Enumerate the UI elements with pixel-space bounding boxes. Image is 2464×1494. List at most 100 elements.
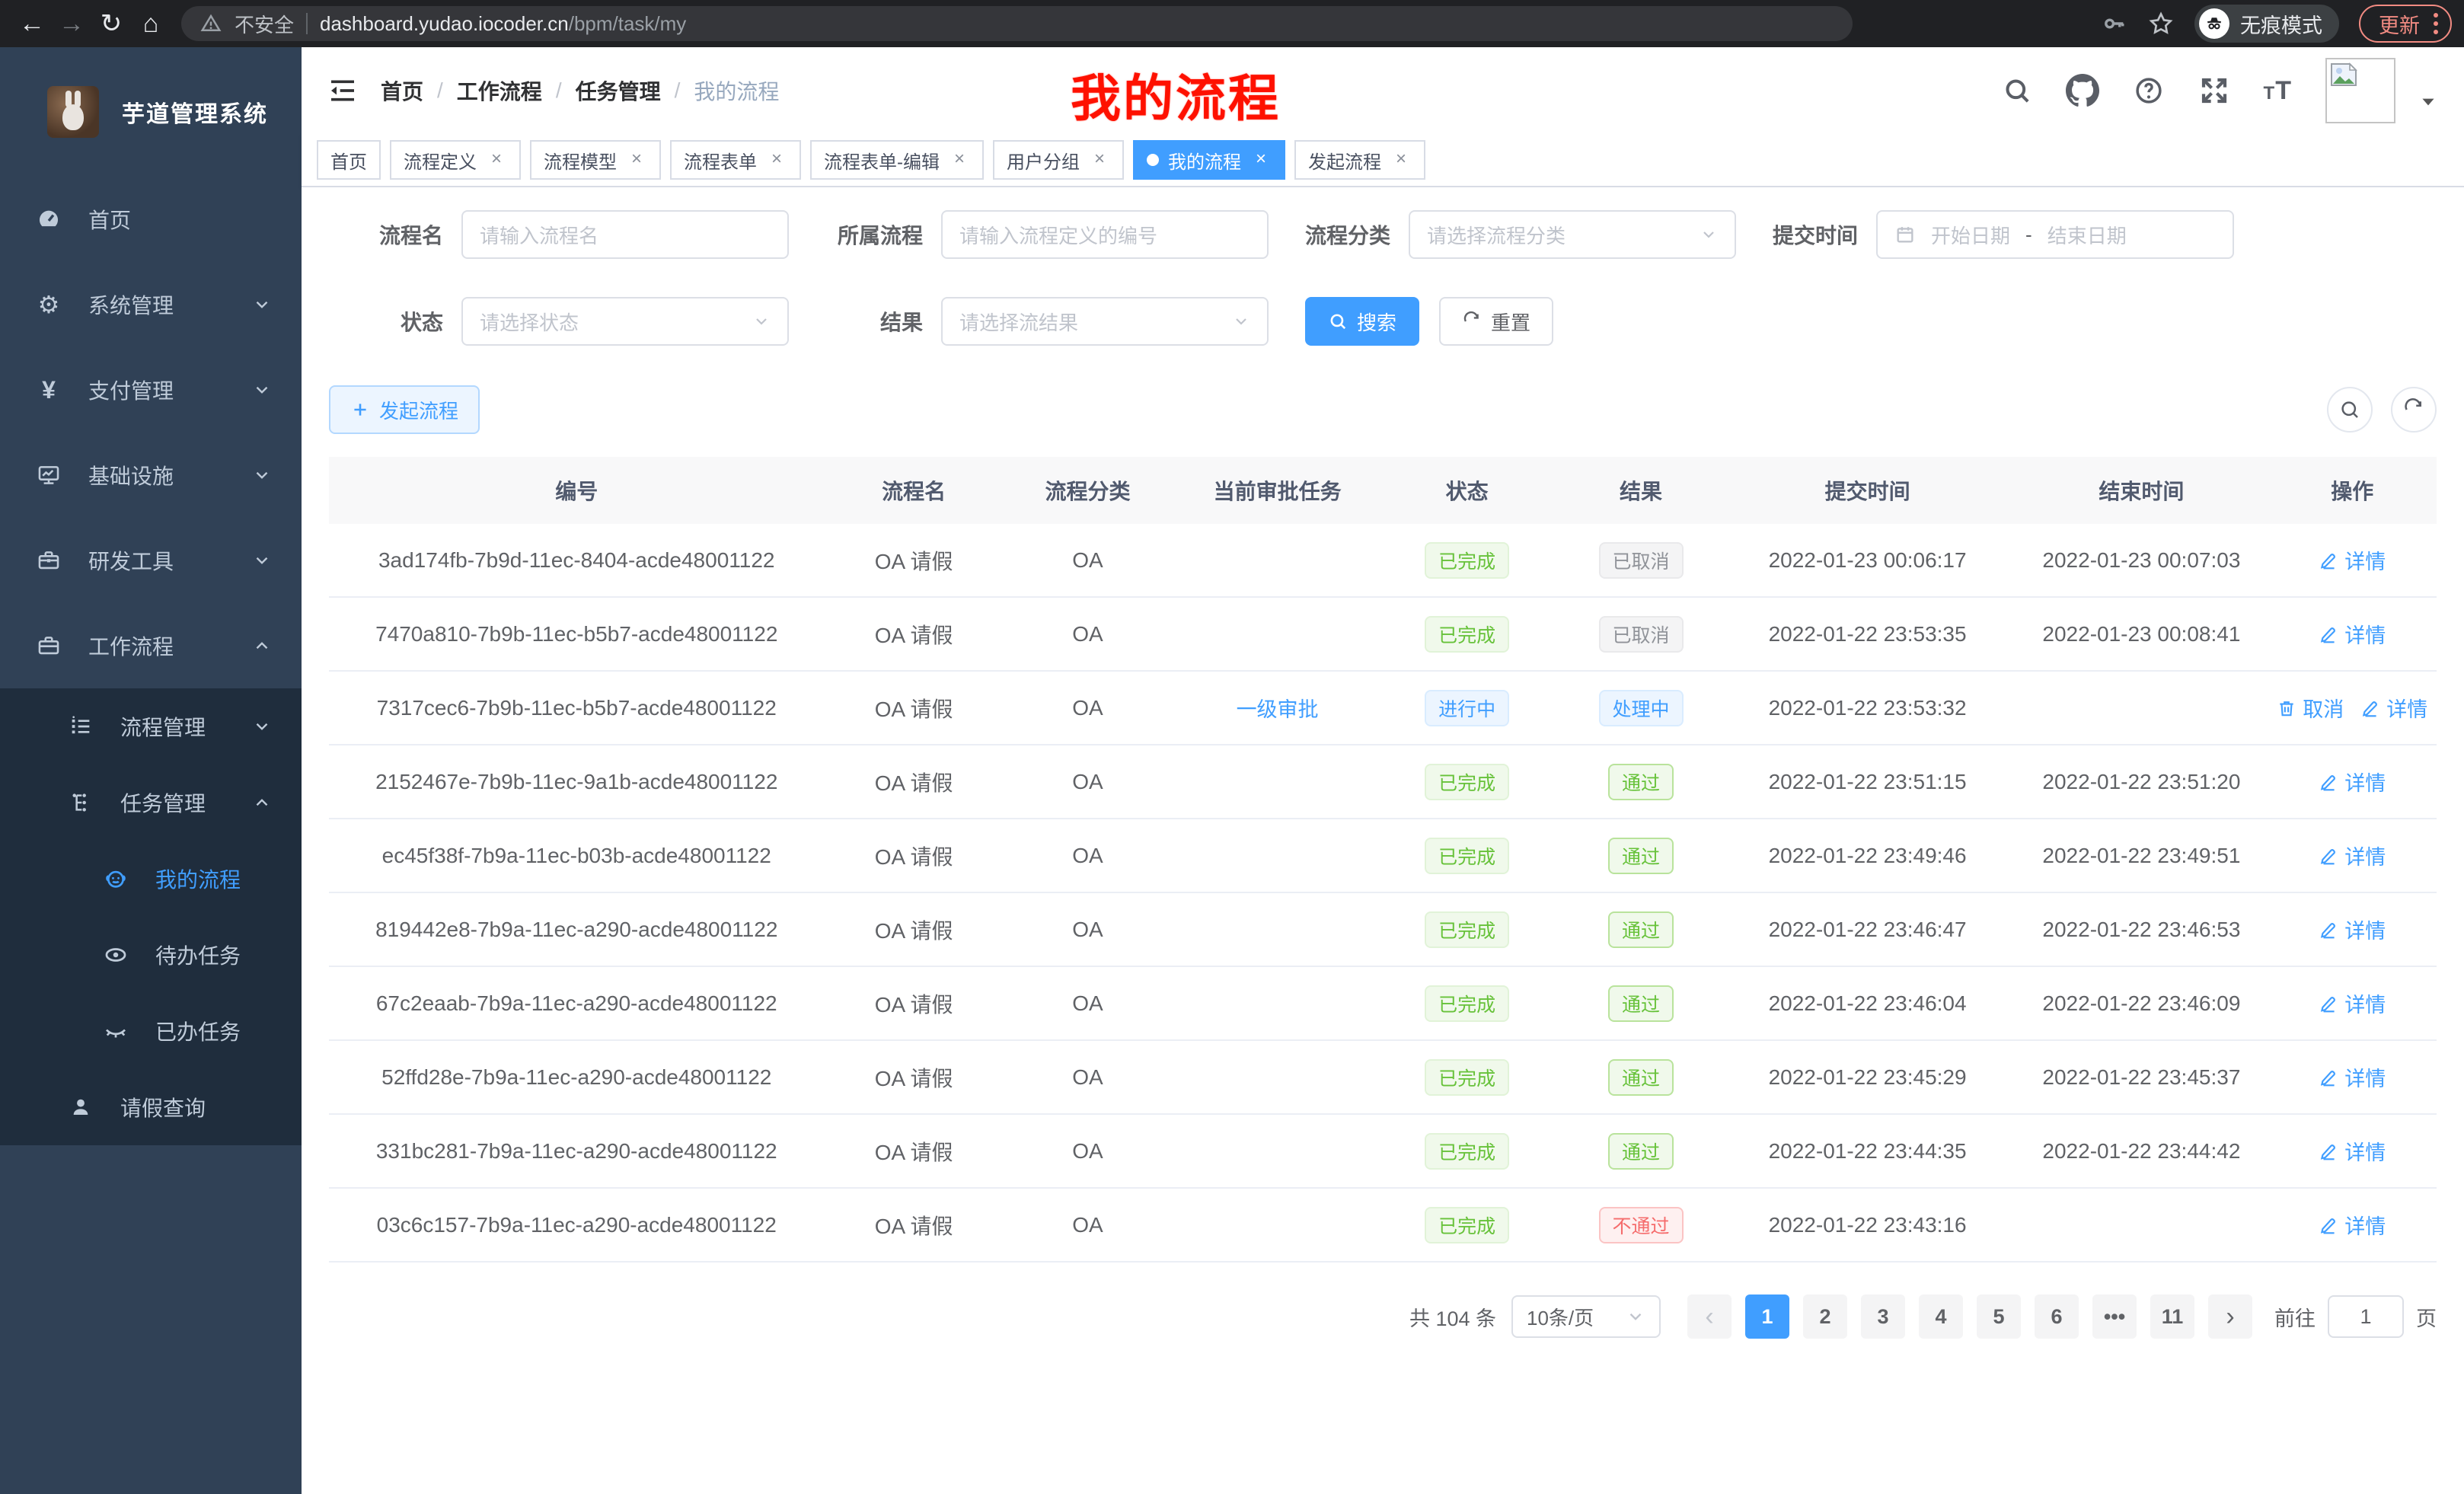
close-icon[interactable]: × — [766, 149, 787, 171]
address-bar[interactable]: 不安全 dashboard.yudao.iocoder.cn/bpm/task/… — [181, 6, 1853, 41]
cell-process-name: OA 请假 — [824, 767, 1003, 797]
sidebar-item-我的流程[interactable]: 我的流程 — [0, 841, 302, 917]
close-icon[interactable]: × — [626, 149, 647, 171]
avatar[interactable] — [2325, 58, 2395, 123]
close-icon[interactable]: × — [949, 149, 970, 171]
detail-action-link[interactable]: 详情 — [2319, 619, 2386, 649]
refresh-table-button[interactable] — [2391, 387, 2437, 433]
github-icon[interactable] — [2066, 74, 2099, 107]
cancel-action-link[interactable]: 取消 — [2277, 693, 2344, 723]
sidebar-item-已办任务[interactable]: 已办任务 — [0, 993, 302, 1069]
tab-用户分组[interactable]: 用户分组× — [993, 140, 1124, 180]
back-icon[interactable]: ← — [12, 9, 52, 39]
caret-down-icon[interactable] — [2418, 92, 2438, 112]
sidebar-item-系统管理[interactable]: ⚙系统管理 — [0, 262, 302, 347]
tab-label: 发起流程 — [1308, 147, 1381, 174]
breadcrumb-item[interactable]: 工作流程 — [457, 75, 542, 106]
sidebar-item-任务管理[interactable]: 任务管理 — [0, 765, 302, 841]
tab-流程表单[interactable]: 流程表单× — [670, 140, 801, 180]
hamburger-icon[interactable] — [327, 75, 358, 106]
process-input[interactable]: 请输入流程定义的编号 — [941, 210, 1269, 259]
detail-action-link[interactable]: 详情 — [2319, 915, 2386, 944]
status-badge: 已完成 — [1425, 911, 1509, 948]
sidebar-item-首页[interactable]: 首页 — [0, 177, 302, 262]
cell-process-name: OA 请假 — [824, 988, 1003, 1019]
cell-actions: 详情 — [2278, 1062, 2426, 1092]
bookmark-star-icon[interactable] — [2147, 10, 2175, 37]
breadcrumb-item[interactable]: 任务管理 — [576, 75, 661, 106]
prev-page-button[interactable]: ‹ — [1687, 1294, 1732, 1339]
page-button-6[interactable]: 6 — [2035, 1294, 2079, 1339]
help-icon[interactable] — [2133, 75, 2165, 107]
key-icon[interactable] — [2102, 11, 2127, 37]
page-button-4[interactable]: 4 — [1919, 1294, 1963, 1339]
detail-action-link[interactable]: 详情 — [2319, 545, 2386, 575]
status-badge: 已完成 — [1425, 985, 1509, 1022]
tab-流程表单-编辑[interactable]: 流程表单-编辑× — [810, 140, 984, 180]
sidebar-item-基础设施[interactable]: 基础设施 — [0, 433, 302, 518]
detail-action-link[interactable]: 详情 — [2319, 1062, 2386, 1092]
show-search-button[interactable] — [2327, 387, 2373, 433]
reload-icon[interactable]: ↻ — [91, 8, 131, 39]
detail-action-link[interactable]: 详情 — [2319, 767, 2386, 796]
page-button-5[interactable]: 5 — [1977, 1294, 2021, 1339]
category-select[interactable]: 请选择流程分类 — [1409, 210, 1736, 259]
tab-流程定义[interactable]: 流程定义× — [390, 140, 521, 180]
page-button-3[interactable]: 3 — [1861, 1294, 1905, 1339]
detail-action-link[interactable]: 详情 — [2319, 988, 2386, 1018]
name-input[interactable]: 请输入流程名 — [461, 210, 789, 259]
fullscreen-icon[interactable] — [2198, 75, 2230, 107]
status-select[interactable]: 请选择状态 — [461, 297, 789, 346]
search-button[interactable]: 搜索 — [1305, 297, 1419, 346]
tab-发起流程[interactable]: 发起流程 × — [1294, 140, 1425, 180]
chevron-up-icon — [245, 636, 279, 656]
sidebar-item-工作流程[interactable]: 工作流程 — [0, 603, 302, 688]
sidebar-item-支付管理[interactable]: ¥支付管理 — [0, 347, 302, 433]
result-select[interactable]: 请选择流结果 — [941, 297, 1269, 346]
more-pages-button[interactable]: ••• — [2092, 1294, 2137, 1339]
close-icon[interactable]: × — [1089, 149, 1110, 171]
close-icon[interactable]: × — [1250, 149, 1272, 171]
create-process-button[interactable]: 发起流程 — [329, 385, 480, 434]
font-size-icon[interactable]: TT — [2264, 76, 2292, 106]
tab-我的流程[interactable]: 我的流程× — [1133, 140, 1285, 180]
table-toolbar: 发起流程 — [329, 385, 2437, 434]
update-button[interactable]: 更新 — [2359, 5, 2452, 43]
sidebar-item-研发工具[interactable]: 研发工具 — [0, 518, 302, 603]
top-navbar: 首页/工作流程/任务管理/我的流程 我的流程 TT — [302, 47, 2464, 134]
tab-流程模型[interactable]: 流程模型× — [530, 140, 661, 180]
sidebar-item-待办任务[interactable]: 待办任务 — [0, 917, 302, 993]
column-header-结束时间: 结束时间 — [2005, 475, 2279, 506]
goto-page-input[interactable] — [2328, 1295, 2404, 1338]
next-page-button[interactable]: › — [2208, 1294, 2252, 1339]
task-link[interactable]: 一级审批 — [1237, 693, 1319, 723]
close-icon[interactable]: × — [486, 149, 507, 171]
cell-end-time: 2022-01-22 23:49:51 — [2005, 844, 2279, 868]
home-icon[interactable]: ⌂ — [131, 9, 171, 39]
breadcrumb-item[interactable]: 首页 — [381, 75, 423, 106]
detail-action-link[interactable]: 详情 — [2319, 1136, 2386, 1166]
forward-icon[interactable]: → — [52, 9, 91, 39]
close-icon[interactable]: × — [1390, 149, 1412, 171]
page-button-1[interactable]: 1 — [1745, 1294, 1789, 1339]
sidebar-item-请假查询[interactable]: 请假查询 — [0, 1069, 302, 1145]
edit-pen-icon — [2319, 1068, 2338, 1087]
trash-icon — [2277, 698, 2296, 718]
cell-process-name: OA 请假 — [824, 915, 1003, 945]
date-range-picker[interactable]: 开始日期 - 结束日期 — [1876, 210, 2234, 259]
result-badge: 通过 — [1608, 985, 1674, 1022]
app-logo[interactable]: 芋道管理系统 — [0, 47, 302, 177]
detail-action-link[interactable]: 详情 — [2360, 693, 2427, 723]
search-icon[interactable] — [2002, 75, 2032, 106]
detail-action-link[interactable]: 详情 — [2319, 1210, 2386, 1240]
cell-id: 67c2eaab-7b9a-11ec-a290-acde48001122 — [329, 991, 824, 1016]
reset-button[interactable]: 重置 — [1439, 297, 1553, 346]
page-button-11[interactable]: 11 — [2150, 1294, 2194, 1339]
tab-首页[interactable]: 首页 — [317, 140, 381, 180]
security-label: 不安全 — [235, 10, 294, 38]
detail-action-link[interactable]: 详情 — [2319, 841, 2386, 870]
page-button-2[interactable]: 2 — [1803, 1294, 1847, 1339]
page-size-select[interactable]: 10条/页 — [1511, 1295, 1661, 1338]
browser-menu-icon[interactable] — [2434, 13, 2438, 34]
sidebar-item-流程管理[interactable]: 流程管理 — [0, 688, 302, 765]
